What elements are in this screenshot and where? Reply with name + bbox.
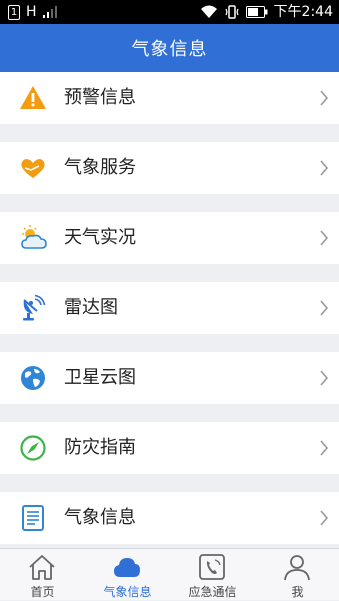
chevron-right-icon xyxy=(320,230,329,246)
bottom-tab-bar: 首页 气象信息 应急通信 我 xyxy=(0,548,339,600)
globe-icon xyxy=(21,366,45,390)
chevron-right-icon xyxy=(320,300,329,316)
page-title: 气象信息 xyxy=(131,39,208,60)
tab-label: 我 xyxy=(291,585,304,599)
chevron-right-icon xyxy=(320,90,329,106)
menu-item-disaster-guide[interactable]: 防灾指南 xyxy=(0,422,339,474)
document-icon xyxy=(22,505,44,531)
cloud-icon xyxy=(114,558,140,577)
sun-cloud-icon xyxy=(21,225,47,249)
warning-icon xyxy=(20,86,46,109)
heart-hands-icon xyxy=(21,159,45,178)
menu-item-label: 气象信息 xyxy=(64,507,136,528)
menu-item-satellite[interactable]: 卫星云图 xyxy=(0,352,339,404)
tab-label: 首页 xyxy=(30,585,55,599)
signal-icon xyxy=(42,6,57,18)
menu-item-label: 雷达图 xyxy=(64,297,118,318)
chevron-right-icon xyxy=(320,440,329,456)
menu-item-label: 天气实况 xyxy=(64,227,136,248)
status-bar: 1 H 下午2:44 xyxy=(0,0,339,24)
person-icon xyxy=(284,555,310,581)
title-bar: 气象信息 xyxy=(0,24,339,72)
home-icon xyxy=(29,555,55,580)
chevron-right-icon xyxy=(320,370,329,386)
battery-icon xyxy=(245,6,268,18)
menu-item-weather-info[interactable]: 气象信息 xyxy=(0,492,339,544)
menu-item-label: 气象服务 xyxy=(64,157,136,178)
menu-item-service[interactable]: 气象服务 xyxy=(0,142,339,194)
network-type: H xyxy=(26,4,37,20)
vibrate-icon xyxy=(224,5,239,19)
menu-item-label: 预警信息 xyxy=(64,87,136,108)
menu-item-label: 卫星云图 xyxy=(64,367,136,388)
chevron-right-icon xyxy=(320,510,329,526)
menu-item-label: 防灾指南 xyxy=(64,437,136,458)
tab-label: 气象信息 xyxy=(103,585,152,599)
menu-item-weather-live[interactable]: 天气实况 xyxy=(0,212,339,264)
menu-item-radar[interactable]: 雷达图 xyxy=(0,282,339,334)
radar-dish-icon xyxy=(23,294,46,321)
phone-icon xyxy=(199,554,225,580)
menu-item-warning[interactable]: 预警信息 xyxy=(0,72,339,124)
chevron-right-icon xyxy=(320,160,329,176)
sim-icon: 1 xyxy=(8,4,20,20)
tab-me[interactable]: 我 xyxy=(255,549,339,601)
tab-home[interactable]: 首页 xyxy=(0,549,85,601)
tab-weather-info[interactable]: 气象信息 xyxy=(85,549,170,601)
clock: 下午2:44 xyxy=(273,4,333,20)
tab-emergency-comm[interactable]: 应急通信 xyxy=(170,549,255,601)
compass-icon xyxy=(20,435,46,461)
tab-label: 应急通信 xyxy=(188,585,237,599)
wifi-icon xyxy=(200,5,217,18)
